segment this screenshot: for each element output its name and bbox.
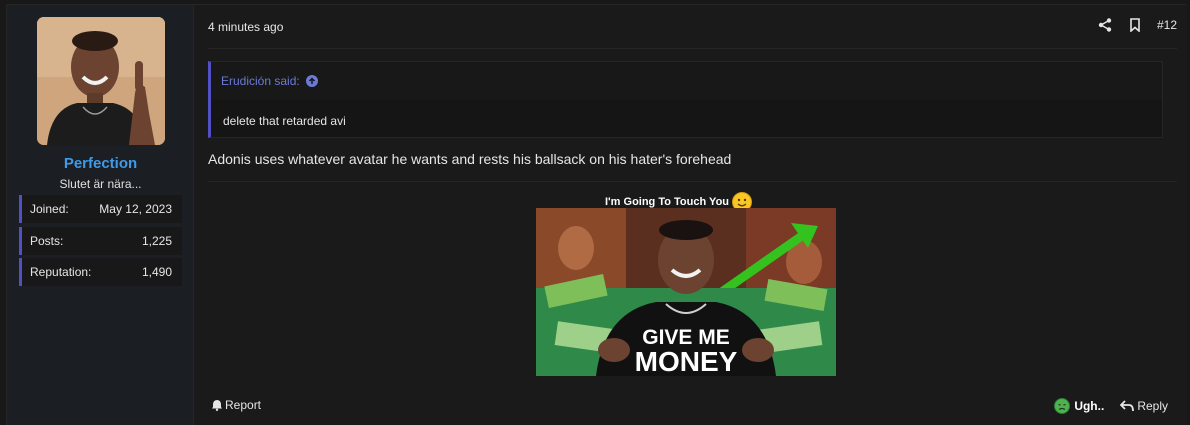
post-main: 4 minutes ago #12 Erudición said: delete… [194,5,1187,425]
stat-value: 1,225 [141,234,172,248]
quote-header: Erudición said: [211,62,1162,100]
divider [208,48,1177,49]
stat-label: Joined: [30,202,69,216]
embedded-image[interactable]: GIVE ME MONEY [536,208,836,376]
avatar[interactable] [37,17,165,145]
share-icon[interactable] [1097,17,1113,33]
stat-value: May 12, 2023 [99,202,172,216]
post-time[interactable]: 4 minutes ago [208,20,283,34]
arrow-up-circle-icon [305,75,318,87]
image-caption-text: I'm Going To Touch You [605,196,730,208]
message-text: Adonis uses whatever avatar he wants and… [208,151,732,167]
divider [208,181,1177,182]
username[interactable]: Perfection [7,155,194,172]
post-actions-top: #12 [1097,17,1177,33]
reaction-label: Ugh.. [1074,399,1105,413]
stat-label: Posts: [30,234,64,248]
reply-label: Reply [1137,399,1168,413]
quote-block: Erudición said: delete that retarded avi [208,61,1163,138]
stat-joined: Joined: May 12, 2023 [19,195,182,223]
report-label: Report [225,398,262,412]
reply-arrow-icon [1120,400,1135,412]
user-panel: Perfection Slutet är nära... Joined: May… [7,5,194,425]
post-number[interactable]: #12 [1157,18,1177,32]
user-title: Slutet är nära... [59,177,142,191]
stat-value: 1,490 [141,265,172,279]
overlay-text-line2: MONEY [635,346,738,376]
post-actions-bottom: Ugh.. Reply [1054,398,1168,414]
avatar-image [37,17,165,145]
stat-reputation: Reputation: 1,490 [19,258,182,286]
thumbnail-graphic: GIVE ME MONEY [536,208,836,376]
report-button[interactable]: Report [211,398,261,412]
reply-button[interactable]: Reply [1120,399,1168,413]
stat-posts: Posts: 1,225 [19,227,182,255]
reaction-button[interactable]: Ugh.. [1054,398,1104,414]
quote-body: delete that retarded avi [223,114,346,128]
bell-icon [212,400,222,411]
quote-attribution-link[interactable]: Erudición said: [221,74,318,88]
quote-attribution: Erudición said: [221,74,300,88]
post-container: Perfection Slutet är nära... Joined: May… [6,4,1187,425]
stat-label: Reputation: [30,265,92,279]
bookmark-icon[interactable] [1127,17,1143,33]
sick-face-emoji-icon [1054,398,1071,414]
